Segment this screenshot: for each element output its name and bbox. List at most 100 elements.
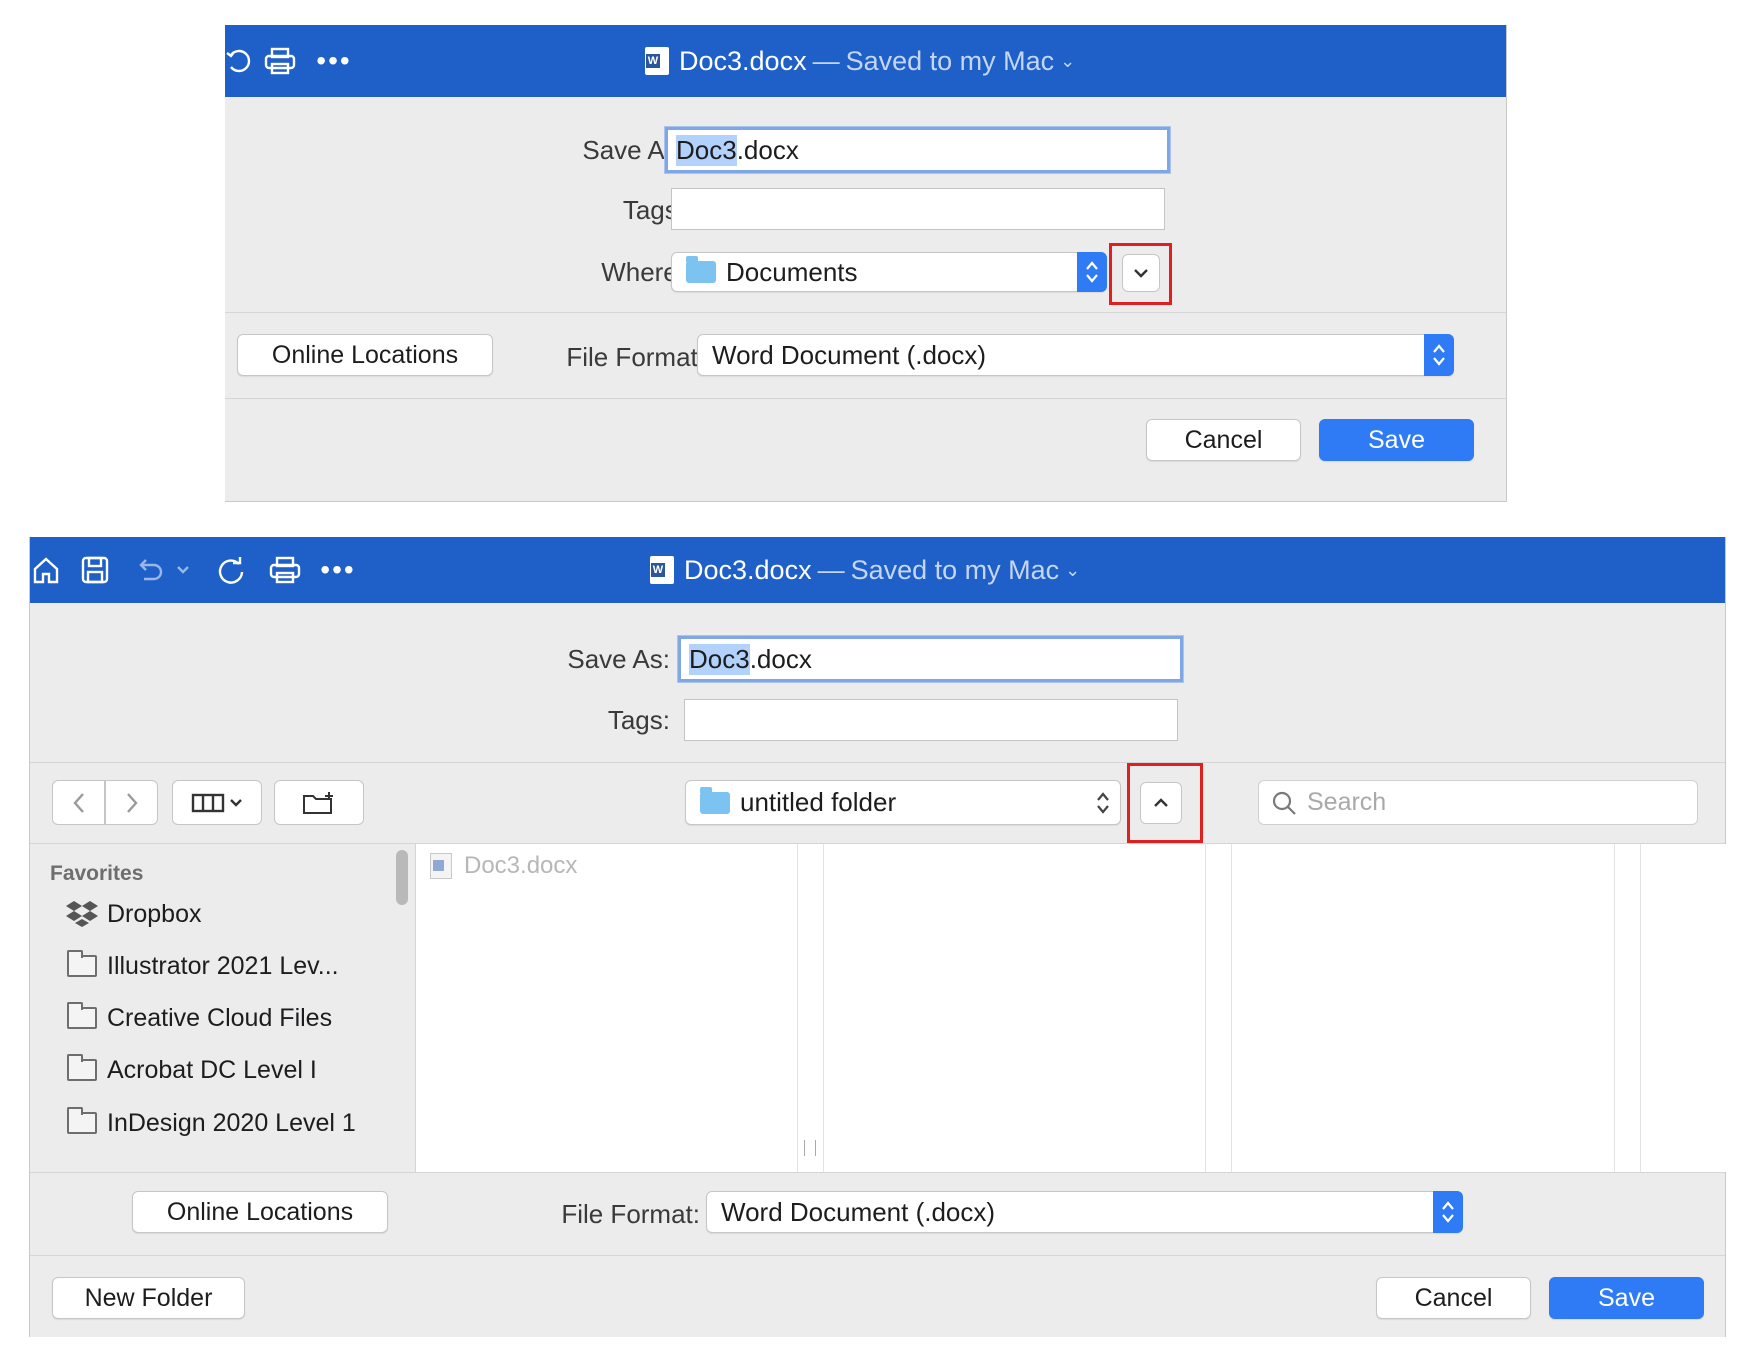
file-format-value: Word Document (.docx)	[712, 339, 987, 370]
word-doc-icon	[645, 47, 669, 75]
file-format-value: Word Document (.docx)	[721, 1196, 996, 1227]
folder-icon	[67, 1002, 97, 1029]
column-view-icon	[191, 793, 225, 813]
column-divider	[797, 844, 798, 1172]
title-chevron-icon[interactable]: ⌄	[1060, 51, 1075, 72]
column-resize-handle[interactable]	[804, 1140, 816, 1156]
new-folder-toolbar-button[interactable]	[274, 780, 364, 825]
save-button[interactable]: Save	[1319, 419, 1474, 461]
column-divider	[1640, 844, 1641, 1172]
search-icon	[1271, 790, 1307, 816]
refresh-icon[interactable]	[219, 25, 259, 97]
print-icon[interactable]	[260, 537, 310, 603]
sidebar-item-label: Acrobat DC Level I	[107, 1055, 317, 1084]
column-divider	[823, 844, 824, 1172]
sidebar-item-indesign[interactable]: InDesign 2020 Level 1	[67, 1103, 356, 1143]
window-title: Doc3.docx — Saved to my Mac ⌄	[650, 537, 1080, 603]
where-label: Where:	[601, 257, 685, 287]
back-button[interactable]	[52, 780, 105, 825]
sidebar-item-dropbox[interactable]: Dropbox	[65, 894, 202, 934]
new-folder-icon	[301, 790, 337, 816]
folder-icon	[67, 1054, 97, 1081]
chevron-up-icon	[1152, 797, 1170, 809]
save-icon[interactable]	[70, 537, 120, 603]
save-as-selected-text: Doc3	[676, 134, 737, 166]
divider	[30, 1255, 1725, 1256]
divider	[225, 312, 1506, 313]
popup-stepper-icon	[1433, 1191, 1463, 1233]
column-divider	[1614, 844, 1615, 1172]
sidebar-item-illustrator[interactable]: Illustrator 2021 Lev...	[67, 946, 339, 986]
title-separator: —	[817, 554, 845, 585]
expand-dialog-button[interactable]	[1122, 254, 1160, 292]
sidebar-item-acrobat[interactable]: Acrobat DC Level I	[67, 1050, 317, 1090]
folder-icon	[686, 256, 716, 283]
folder-icon	[67, 950, 97, 977]
home-icon[interactable]	[26, 537, 66, 603]
online-locations-button[interactable]: Online Locations	[237, 334, 493, 376]
title-bar: ••• Doc3.docx — Saved to my Mac ⌄	[30, 537, 1725, 603]
save-location-status[interactable]: Saved to my Mac	[851, 555, 1060, 586]
more-icon[interactable]: •••	[309, 25, 359, 97]
refresh-icon[interactable]	[206, 537, 256, 603]
view-options-button[interactable]	[172, 780, 262, 825]
search-field[interactable]: Search	[1258, 780, 1698, 825]
forward-button[interactable]	[105, 780, 158, 825]
title-bar: ••• Doc3.docx — Saved to my Mac ⌄	[225, 25, 1506, 97]
column-divider	[1231, 844, 1232, 1172]
online-locations-button[interactable]: Online Locations	[132, 1191, 388, 1233]
title-chevron-icon[interactable]: ⌄	[1065, 560, 1080, 581]
document-name: Doc3.docx	[679, 45, 807, 76]
dropbox-icon	[65, 899, 99, 929]
where-popup[interactable]: Documents	[671, 252, 1107, 292]
save-as-extension: .docx	[749, 643, 812, 674]
collapse-dialog-button[interactable]	[1140, 782, 1182, 824]
chevron-right-icon	[125, 791, 139, 815]
sidebar-item-creative-cloud[interactable]: Creative Cloud Files	[67, 998, 332, 1038]
popup-stepper-icon	[1092, 781, 1114, 824]
new-folder-button[interactable]: New Folder	[52, 1277, 245, 1319]
bottom-save-dialog: ••• Doc3.docx — Saved to my Mac ⌄ Save A…	[29, 537, 1726, 1337]
save-as-label: Save As:	[567, 644, 670, 674]
save-location-status[interactable]: Saved to my Mac	[846, 46, 1055, 77]
cancel-button[interactable]: Cancel	[1376, 1277, 1531, 1319]
title-separator: —	[812, 45, 840, 76]
file-format-popup[interactable]: Word Document (.docx)	[697, 334, 1454, 376]
save-as-field[interactable]: Doc3 .docx	[665, 127, 1170, 173]
undo-icon[interactable]	[124, 537, 174, 603]
sidebar-scrollbar[interactable]	[396, 850, 408, 905]
popup-stepper-icon	[1424, 334, 1454, 376]
save-as-field[interactable]: Doc3 .docx	[678, 636, 1183, 682]
cancel-button[interactable]: Cancel	[1146, 419, 1301, 461]
save-as-extension: .docx	[736, 134, 799, 165]
print-icon[interactable]	[255, 25, 305, 97]
save-as-selected-text: Doc3	[689, 643, 750, 675]
undo-dropdown-icon[interactable]	[170, 537, 196, 603]
tags-field[interactable]	[671, 188, 1165, 230]
sidebar-heading: Favorites	[50, 862, 144, 885]
location-popup[interactable]: untitled folder	[685, 780, 1121, 825]
folder-icon	[67, 1107, 97, 1134]
chevron-down-icon	[1132, 267, 1150, 279]
file-format-popup[interactable]: Word Document (.docx)	[706, 1191, 1463, 1233]
save-as-label: Save As:	[582, 135, 685, 165]
tags-label: Tags:	[607, 705, 670, 735]
word-doc-icon	[430, 853, 452, 879]
search-placeholder: Search	[1307, 788, 1387, 816]
where-value: Documents	[726, 256, 858, 287]
file-format-label: File Format:	[566, 342, 705, 372]
document-name: Doc3.docx	[684, 554, 812, 585]
sidebar-item-label: Creative Cloud Files	[107, 1003, 333, 1032]
file-item[interactable]: Doc3.docx	[430, 848, 577, 884]
folder-icon	[700, 786, 730, 814]
tags-field[interactable]	[684, 699, 1178, 741]
chevron-left-icon	[72, 791, 86, 815]
file-browser: Doc3.docx	[416, 844, 1726, 1172]
sidebar-item-label: InDesign 2020 Level 1	[107, 1108, 356, 1137]
save-button[interactable]: Save	[1549, 1277, 1704, 1319]
window-title: Doc3.docx — Saved to my Mac ⌄	[645, 25, 1075, 97]
more-icon[interactable]: •••	[313, 537, 363, 603]
divider	[30, 1172, 1725, 1173]
file-format-label: File Format:	[561, 1199, 700, 1229]
location-value: untitled folder	[740, 787, 897, 817]
